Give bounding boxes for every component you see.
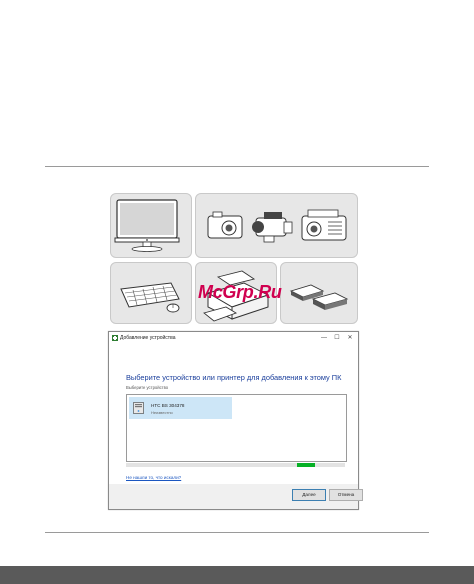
keyboard-icon <box>120 282 180 313</box>
watermark: McGrp.Ru <box>198 282 282 302</box>
dialog-heading: Выберите устройство или принтер для доба… <box>126 373 342 382</box>
maximize-button[interactable]: ☐ <box>331 333 343 343</box>
camera-camcorder-projector-illustration <box>195 193 358 258</box>
device-list-item[interactable]: HTC BS 304378 Неизвестно <box>129 397 232 419</box>
device-name: HTC BS 304378 <box>151 403 185 408</box>
add-device-dialog: Добавление устройства — ☐ ✕ Выберите уст… <box>108 331 363 510</box>
dialog-titlebar[interactable]: Добавление устройства — ☐ ✕ <box>109 332 358 345</box>
dialog-button-bar: Далее Отмена <box>109 484 363 509</box>
storage-drives-illustration <box>280 262 358 324</box>
drive-icon <box>289 284 349 310</box>
search-progress-bar <box>126 463 345 467</box>
device-status: Неизвестно <box>151 410 173 415</box>
cancel-button[interactable]: Отмена <box>329 489 363 501</box>
monitor-illustration <box>110 193 192 258</box>
top-divider <box>45 166 429 167</box>
dialog-subheading: Выберите устройство <box>126 385 169 390</box>
page-footer-bar <box>0 566 474 584</box>
bottom-divider <box>45 532 429 533</box>
computer-icon <box>133 402 144 414</box>
device-list[interactable]: HTC BS 304378 Неизвестно <box>126 394 347 462</box>
minimize-button[interactable]: — <box>318 333 330 343</box>
close-button[interactable]: ✕ <box>344 333 356 343</box>
add-device-app-icon <box>112 335 118 341</box>
next-button[interactable]: Далее <box>292 489 326 501</box>
search-progress-fill <box>297 463 315 467</box>
monitor-icon <box>114 199 180 252</box>
camera-icon <box>207 209 347 243</box>
dialog-title: Добавление устройства <box>120 335 176 341</box>
keyboard-mouse-illustration <box>110 262 192 324</box>
not-found-link[interactable]: Не нашли то, что искали? <box>126 475 181 480</box>
